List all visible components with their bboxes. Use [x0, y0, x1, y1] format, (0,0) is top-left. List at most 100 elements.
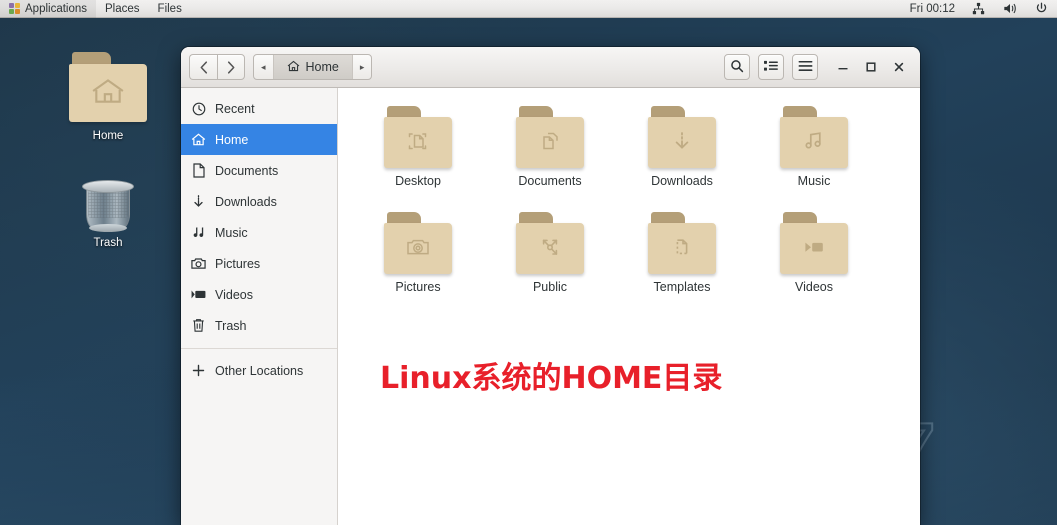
folder-pictures-icon	[384, 212, 452, 274]
main-menu-button[interactable]	[792, 54, 818, 80]
desktop-icon-home-label: Home	[92, 130, 124, 142]
folder-videos-icon	[780, 212, 848, 274]
forward-button[interactable]	[217, 54, 245, 80]
music-icon	[191, 225, 206, 240]
window-controls	[830, 54, 912, 80]
file-item-public-label: Public	[532, 280, 568, 294]
folder-downloads-icon	[648, 106, 716, 168]
path-scroll-left-button[interactable]: ◂	[254, 55, 274, 79]
search-button[interactable]	[724, 54, 750, 80]
pinwheel-icon	[9, 3, 20, 14]
list-view-icon	[764, 60, 778, 75]
places-menu[interactable]: Places	[96, 0, 149, 18]
file-item-pictures-label: Pictures	[395, 280, 441, 294]
file-item-desktop[interactable]: Desktop	[352, 102, 484, 192]
sidebar-item-home[interactable]: Home	[181, 124, 337, 155]
video-icon	[191, 287, 206, 302]
power-button[interactable]	[1026, 0, 1057, 18]
camera-icon	[191, 256, 206, 271]
file-item-desktop-label: Desktop	[395, 174, 441, 188]
plus-icon	[191, 363, 206, 378]
sidebar-item-other-locations[interactable]: Other Locations	[181, 355, 337, 386]
desktop-icon-home[interactable]: Home	[54, 52, 162, 142]
file-item-documents-label: Documents	[518, 174, 582, 188]
sidebar-item-recent-label: Recent	[215, 101, 255, 116]
home-icon	[191, 132, 206, 147]
file-manager-window: ◂ Home ▸ Recent Home Documents Downloads…	[181, 47, 920, 525]
files-app-menu-label: Files	[157, 2, 182, 15]
sidebar-item-recent[interactable]: Recent	[181, 93, 337, 124]
folder-public-icon	[516, 212, 584, 274]
folder-music-icon	[780, 106, 848, 168]
file-item-videos[interactable]: Videos	[748, 208, 880, 298]
sidebar: Recent Home Documents Downloads Music Pi…	[181, 88, 338, 525]
network-status-button[interactable]	[963, 0, 994, 18]
annotation-text: Linux系统的HOME目录	[380, 361, 723, 396]
places-menu-label: Places	[105, 2, 140, 15]
sidebar-item-documents[interactable]: Documents	[181, 155, 337, 186]
home-folder-icon	[69, 52, 147, 122]
trash-icon	[191, 318, 206, 333]
file-list-area[interactable]: Desktop Documents Downloads Music Pictur…	[338, 88, 920, 525]
path-scroll-left-label: ◂	[261, 61, 266, 72]
window-body: Recent Home Documents Downloads Music Pi…	[181, 88, 920, 525]
file-item-templates[interactable]: Templates	[616, 208, 748, 298]
file-item-music[interactable]: Music	[748, 102, 880, 192]
sidebar-item-documents-label: Documents	[215, 163, 279, 178]
path-scroll-right-label: ▸	[359, 61, 365, 72]
folder-desktop-icon	[384, 106, 452, 168]
sidebar-item-music-label: Music	[215, 225, 248, 240]
path-breadcrumb-bar: ◂ Home ▸	[253, 54, 373, 80]
power-icon	[1035, 2, 1048, 15]
navigation-buttons	[189, 54, 245, 80]
home-icon	[287, 60, 300, 75]
document-icon	[191, 163, 206, 178]
close-button[interactable]	[886, 54, 912, 80]
applications-menu-label: Applications	[25, 2, 88, 15]
sidebar-item-downloads[interactable]: Downloads	[181, 186, 337, 217]
files-app-menu[interactable]: Files	[149, 0, 191, 18]
file-item-downloads[interactable]: Downloads	[616, 102, 748, 192]
breadcrumb-home-label: Home	[305, 60, 339, 74]
view-toggle-button[interactable]	[758, 54, 784, 80]
file-item-pictures[interactable]: Pictures	[352, 208, 484, 298]
trash-can-icon	[80, 176, 136, 234]
sidebar-item-downloads-label: Downloads	[215, 194, 277, 209]
back-button[interactable]	[189, 54, 217, 80]
sidebar-item-videos[interactable]: Videos	[181, 279, 337, 310]
maximize-button[interactable]	[858, 54, 884, 80]
file-item-downloads-label: Downloads	[651, 174, 713, 188]
file-item-public[interactable]: Public	[484, 208, 616, 298]
sidebar-item-home-label: Home	[215, 132, 249, 147]
sidebar-divider	[181, 348, 337, 349]
search-icon	[730, 59, 744, 76]
minimize-button[interactable]	[830, 54, 856, 80]
path-scroll-right-button[interactable]: ▸	[353, 55, 372, 79]
top-panel: Applications Places Files Fri 00:12	[0, 0, 1057, 18]
desktop-icon-trash-label: Trash	[93, 237, 123, 249]
folder-templates-icon	[648, 212, 716, 274]
sidebar-item-trash-label: Trash	[215, 318, 247, 333]
file-item-templates-label: Templates	[653, 280, 711, 294]
volume-button[interactable]	[994, 0, 1026, 18]
sidebar-item-videos-label: Videos	[215, 287, 253, 302]
sidebar-item-pictures-label: Pictures	[215, 256, 261, 271]
sidebar-item-other-locations-label: Other Locations	[215, 363, 304, 378]
sidebar-item-pictures[interactable]: Pictures	[181, 248, 337, 279]
desktop-icon-trash[interactable]: Trash	[54, 176, 162, 249]
download-icon	[191, 194, 206, 209]
file-item-videos-label: Videos	[795, 280, 833, 294]
clock[interactable]: Fri 00:12	[902, 0, 963, 18]
clock-icon	[191, 101, 206, 116]
breadcrumb-home[interactable]: Home	[273, 55, 353, 79]
hamburger-menu-icon	[798, 60, 813, 75]
volume-icon	[1003, 2, 1017, 15]
sidebar-item-music[interactable]: Music	[181, 217, 337, 248]
file-item-documents[interactable]: Documents	[484, 102, 616, 192]
folder-documents-icon	[516, 106, 584, 168]
sidebar-item-trash[interactable]: Trash	[181, 310, 337, 341]
file-icon-grid: Desktop Documents Downloads Music Pictur…	[338, 88, 920, 298]
file-item-music-label: Music	[797, 174, 831, 188]
applications-menu[interactable]: Applications	[0, 0, 97, 18]
clock-label: Fri 00:12	[909, 2, 955, 15]
